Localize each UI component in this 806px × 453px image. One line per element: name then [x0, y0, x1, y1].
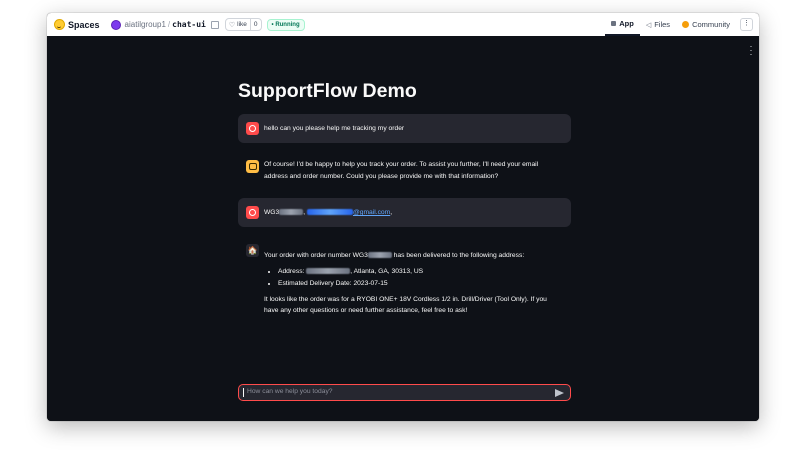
- hugging-face-icon: [54, 19, 65, 30]
- tab-files[interactable]: ◁ Files: [640, 13, 676, 36]
- top-bar: Spaces aiatilgroup1 / chat-ui ♡ like 0 • …: [47, 13, 759, 37]
- status-label: Running: [275, 21, 300, 28]
- message-end: ,: [390, 209, 393, 216]
- delivery-date-item: Estimated Delivery Date: 2023-07-15: [278, 278, 559, 290]
- order-details-list: Address: , Atlanta, GA, 30313, US Estima…: [264, 266, 559, 290]
- message-text: hello can you please help me tracking my…: [264, 125, 405, 132]
- tab-files-label: Files: [654, 20, 671, 29]
- status-badge: • Running: [266, 18, 305, 31]
- spaces-logo[interactable]: Spaces: [54, 19, 100, 30]
- browser-window: Spaces aiatilgroup1 / chat-ui ♡ like 0 • …: [47, 13, 759, 421]
- chat-input[interactable]: How can we help you today?: [238, 384, 571, 401]
- order-prefix: WG3: [264, 209, 280, 216]
- community-icon: [682, 21, 690, 28]
- org-link[interactable]: aiatilgroup1: [125, 20, 166, 29]
- message-text: WG3, @gmail.com,: [264, 207, 559, 219]
- text-caret: [243, 388, 244, 397]
- org-avatar: [110, 19, 121, 30]
- redacted-order-number: [367, 252, 392, 259]
- redacted-email-user: [306, 209, 353, 216]
- message-text: Of course! I'd be happy to help you trac…: [264, 161, 539, 180]
- bot-avatar-icon: [246, 160, 259, 173]
- email-link[interactable]: @gmail.com: [306, 209, 391, 216]
- address-label: Address:: [278, 267, 307, 275]
- brand-label: Spaces: [68, 19, 100, 30]
- more-options-button[interactable]: ⋮: [740, 18, 753, 31]
- like-label: like: [237, 21, 247, 28]
- chat-message-assistant: Of course! I'd be happy to help you trac…: [238, 150, 571, 188]
- redacted-order-number: [279, 209, 304, 216]
- redacted-street: [306, 267, 351, 274]
- message-body: Your order with order number WG3 has bee…: [264, 250, 559, 317]
- tab-app[interactable]: App: [605, 13, 640, 36]
- send-icon[interactable]: [555, 389, 564, 397]
- breadcrumb-separator: /: [167, 20, 171, 29]
- chat-message-assistant: 🏠 Your order with order number WG3 has b…: [238, 236, 571, 336]
- chat-message-user: WG3, @gmail.com,: [238, 198, 571, 227]
- chat-message-user: hello can you please help me tracking my…: [238, 114, 571, 143]
- intro-text-rest: has been delivered to the following addr…: [391, 252, 525, 259]
- address-item: Address: , Atlanta, GA, 30313, US: [278, 266, 559, 278]
- app-icon: [611, 21, 617, 26]
- tab-community[interactable]: Community: [676, 13, 736, 36]
- user-avatar-icon: [246, 122, 259, 135]
- heart-icon: ♡: [228, 21, 236, 29]
- house-avatar-icon: 🏠: [246, 244, 259, 257]
- chat-input-placeholder: How can we help you today?: [247, 388, 333, 395]
- files-icon: ◁: [645, 21, 652, 29]
- user-avatar-icon: [246, 206, 259, 219]
- like-button[interactable]: ♡ like 0: [224, 18, 262, 31]
- intro-text: Your order with order number WG3: [264, 252, 368, 259]
- streamlit-app: · · · SupportFlow Demo hello can you pleas…: [47, 36, 759, 421]
- page-title: SupportFlow Demo: [238, 80, 417, 102]
- copy-icon[interactable]: [210, 20, 219, 29]
- tab-app-label: App: [619, 19, 634, 28]
- repo-link[interactable]: chat-ui: [172, 20, 206, 29]
- delivery-intro: Your order with order number WG3 has bee…: [264, 250, 559, 262]
- space-nav: App ◁ Files Community ⋮: [605, 13, 759, 36]
- address-rest: , Atlanta, GA, 30313, US: [350, 267, 424, 275]
- app-menu-icon[interactable]: · · ·: [749, 42, 753, 59]
- email-domain: @gmail.com: [352, 209, 391, 216]
- tab-community-label: Community: [692, 20, 730, 29]
- order-summary-text: It looks like the order was for a RYOBI …: [264, 295, 547, 315]
- breadcrumb: aiatilgroup1 / chat-ui: [110, 19, 219, 30]
- like-count: 0: [249, 19, 261, 30]
